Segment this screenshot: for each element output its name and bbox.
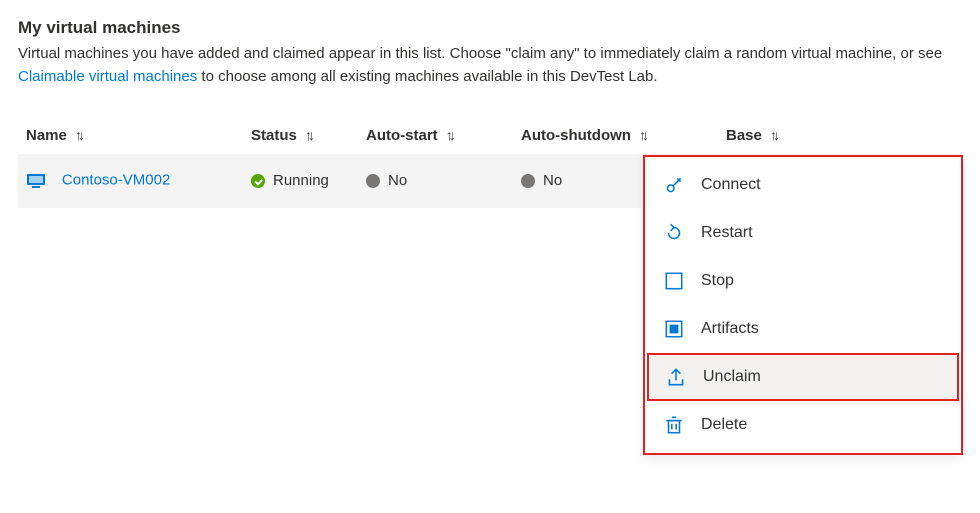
menu-item-delete[interactable]: Delete	[645, 401, 961, 449]
description-text-2: to choose among all existing machines av…	[201, 68, 657, 85]
menu-label: Restart	[701, 224, 753, 242]
page-description: Virtual machines you have added and clai…	[18, 42, 958, 89]
vm-name-cell[interactable]: Contoso-VM002	[26, 171, 251, 191]
stop-icon	[663, 270, 685, 292]
menu-item-connect[interactable]: Connect	[645, 161, 961, 209]
column-header-autoshutdown[interactable]: Auto-shutdown ↑↓	[521, 127, 726, 144]
sort-icon: ↑↓	[75, 127, 81, 143]
menu-item-restart[interactable]: Restart	[645, 209, 961, 257]
connect-icon	[663, 174, 685, 196]
column-header-status[interactable]: Status ↑↓	[251, 127, 366, 144]
status-text: Running	[273, 172, 329, 189]
menu-label: Stop	[701, 272, 734, 290]
column-label: Auto-shutdown	[521, 127, 631, 144]
menu-item-stop[interactable]: Stop	[645, 257, 961, 305]
vm-context-menu: Connect Restart Stop Artifacts Unclaim	[643, 155, 963, 455]
column-label: Auto-start	[366, 127, 438, 144]
vm-autostart-cell: No	[366, 172, 521, 189]
vm-name-link[interactable]: Contoso-VM002	[62, 171, 170, 188]
column-header-autostart[interactable]: Auto-start ↑↓	[366, 127, 521, 144]
column-label: Name	[26, 127, 67, 144]
sort-icon: ↑↓	[305, 127, 311, 143]
menu-item-unclaim[interactable]: Unclaim	[647, 353, 959, 401]
column-header-name[interactable]: Name ↑↓	[26, 127, 251, 144]
status-running-icon	[251, 174, 265, 188]
autoshutdown-text: No	[543, 172, 562, 189]
sort-icon: ↑↓	[446, 127, 452, 143]
status-off-icon	[521, 174, 535, 188]
column-header-base[interactable]: Base ↑↓	[726, 127, 846, 144]
delete-icon	[663, 414, 685, 436]
table-header: Name ↑↓ Status ↑↓ Auto-start ↑↓ Auto-shu…	[18, 117, 962, 154]
vm-icon	[26, 171, 46, 191]
sort-icon: ↑↓	[639, 127, 645, 143]
sort-icon: ↑↓	[770, 127, 776, 143]
menu-label: Artifacts	[701, 320, 759, 338]
autostart-text: No	[388, 172, 407, 189]
vm-table: Name ↑↓ Status ↑↓ Auto-start ↑↓ Auto-shu…	[18, 117, 962, 208]
column-label: Status	[251, 127, 297, 144]
description-text-1: Virtual machines you have added and clai…	[18, 45, 942, 62]
unclaim-icon	[665, 366, 687, 388]
vm-status-cell: Running	[251, 172, 366, 189]
artifacts-icon	[663, 318, 685, 340]
menu-label: Connect	[701, 176, 761, 194]
menu-label: Unclaim	[703, 368, 761, 386]
page-title: My virtual machines	[18, 18, 962, 38]
restart-icon	[663, 222, 685, 244]
status-off-icon	[366, 174, 380, 188]
claimable-vms-link[interactable]: Claimable virtual machines	[18, 68, 197, 85]
column-label: Base	[726, 127, 762, 144]
menu-label: Delete	[701, 416, 747, 434]
menu-item-artifacts[interactable]: Artifacts	[645, 305, 961, 353]
